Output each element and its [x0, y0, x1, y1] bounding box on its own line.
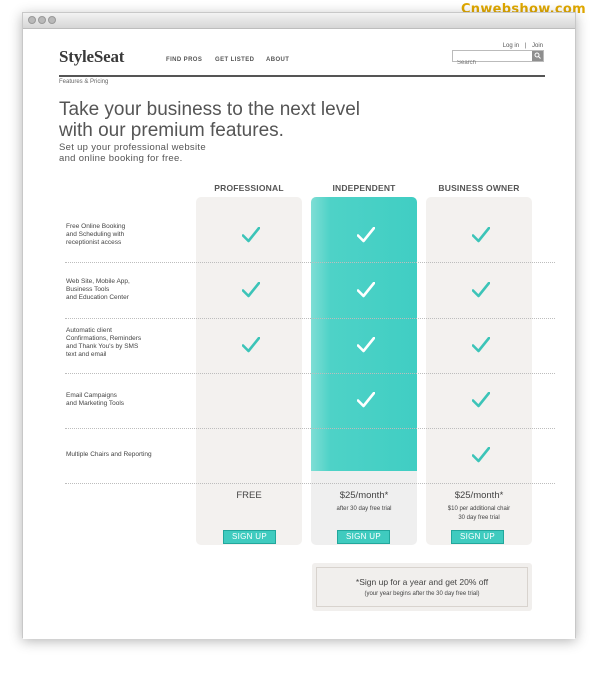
price-independent: $25/month*: [339, 490, 389, 501]
breadcrumb[interactable]: Features & Pricing: [59, 79, 108, 85]
feature-line: and Marketing Tools: [66, 400, 125, 407]
row-divider: [65, 262, 555, 263]
account-links: Log in | Join: [499, 43, 543, 49]
subheadline-line: and online booking for free.: [59, 153, 183, 164]
feature-label-confirmations: Automatic client Confirmations, Reminder…: [66, 327, 176, 359]
window-titlebar: [23, 13, 575, 29]
check-icon: [472, 227, 490, 243]
feature-line: Business Tools: [66, 286, 110, 293]
price-note-trial: 30 day free trial: [458, 515, 500, 521]
feature-line: Web Site, Mobile App,: [66, 278, 130, 285]
feature-line: Email Campaigns: [66, 392, 117, 399]
subheadline-line: Set up your professional website: [59, 142, 206, 153]
feature-line: Free Online Booking: [66, 223, 126, 230]
feature-line: Automatic client: [66, 327, 112, 334]
annual-discount-promo: *Sign up for a year and get 20% off (you…: [312, 563, 532, 611]
page-subheadline: Set up your professional website and onl…: [59, 142, 206, 164]
close-window-icon[interactable]: [28, 16, 36, 24]
feature-label-email: Email Campaigns and Marketing Tools: [66, 392, 176, 408]
check-icon: [357, 392, 375, 408]
feature-line: and Education Center: [66, 294, 129, 301]
feature-label-website: Web Site, Mobile App, Business Tools and…: [66, 278, 176, 302]
plan-header-independent: INDEPENDENT: [332, 183, 396, 193]
check-icon: [472, 337, 490, 353]
price-professional: FREE: [236, 490, 262, 501]
headline-line: Take your business to the next level: [59, 99, 361, 120]
login-link[interactable]: Log in: [503, 43, 519, 49]
row-divider: [65, 318, 555, 319]
feature-line: text and email: [66, 351, 107, 358]
feature-label-booking: Free Online Booking and Scheduling with …: [66, 223, 176, 247]
search-icon: [534, 52, 541, 59]
page-headline: Take your business to the next level wit…: [59, 99, 360, 141]
promo-headline: *Sign up for a year and get 20% off: [355, 577, 489, 587]
plan-header-professional: PROFESSIONAL: [214, 183, 284, 193]
row-divider: [65, 483, 555, 484]
search-box: [452, 50, 544, 68]
join-link[interactable]: Join: [532, 43, 543, 49]
plan-header-business-owner: BUSINESS OWNER: [438, 183, 520, 193]
search-button[interactable]: [532, 51, 543, 61]
nav-about[interactable]: ABOUT: [266, 57, 289, 63]
feature-line: Confirmations, Reminders: [66, 335, 142, 342]
feature-label-chairs: Multiple Chairs and Reporting: [66, 451, 176, 459]
signup-button-professional[interactable]: SIGN UP: [223, 530, 276, 544]
zoom-window-icon[interactable]: [48, 16, 56, 24]
feature-line: and Scheduling with: [66, 231, 125, 238]
minimize-window-icon[interactable]: [38, 16, 46, 24]
page-content: Log in | Join StyleSeat FIND PROS GET LI…: [23, 29, 575, 639]
link-separator: |: [524, 43, 527, 49]
feature-line: and Thank You's by SMS: [66, 343, 139, 350]
row-divider: [65, 428, 555, 429]
check-icon: [357, 227, 375, 243]
search-input[interactable]: [453, 58, 535, 68]
price-note-independent: after 30 day free trial: [336, 506, 392, 512]
check-icon: [357, 282, 375, 298]
styleseat-logo[interactable]: StyleSeat: [59, 47, 124, 67]
promo-footnote: (your year begins after the 30 day free …: [364, 591, 480, 597]
nav-get-listed[interactable]: GET LISTED: [215, 57, 254, 63]
row-divider: [65, 373, 555, 374]
check-icon: [242, 227, 260, 243]
signup-button-independent[interactable]: SIGN UP: [337, 530, 390, 544]
price-business-owner: $25/month*: [454, 490, 504, 501]
check-icon: [357, 337, 375, 353]
nav-find-pros[interactable]: FIND PROS: [166, 57, 202, 63]
check-icon: [472, 447, 490, 463]
feature-line: receptionist access: [66, 239, 122, 246]
headline-line: with our premium features.: [59, 120, 284, 141]
price-note-chair: $10 per additional chair: [447, 506, 511, 512]
feature-line: Multiple Chairs and Reporting: [66, 451, 152, 458]
check-icon: [472, 282, 490, 298]
promo-frame: *Sign up for a year and get 20% off (you…: [316, 567, 528, 607]
check-icon: [242, 337, 260, 353]
browser-window: Log in | Join StyleSeat FIND PROS GET LI…: [22, 12, 576, 639]
check-icon: [472, 392, 490, 408]
signup-button-business-owner[interactable]: SIGN UP: [451, 530, 504, 544]
header-divider: [59, 75, 545, 77]
check-icon: [242, 282, 260, 298]
